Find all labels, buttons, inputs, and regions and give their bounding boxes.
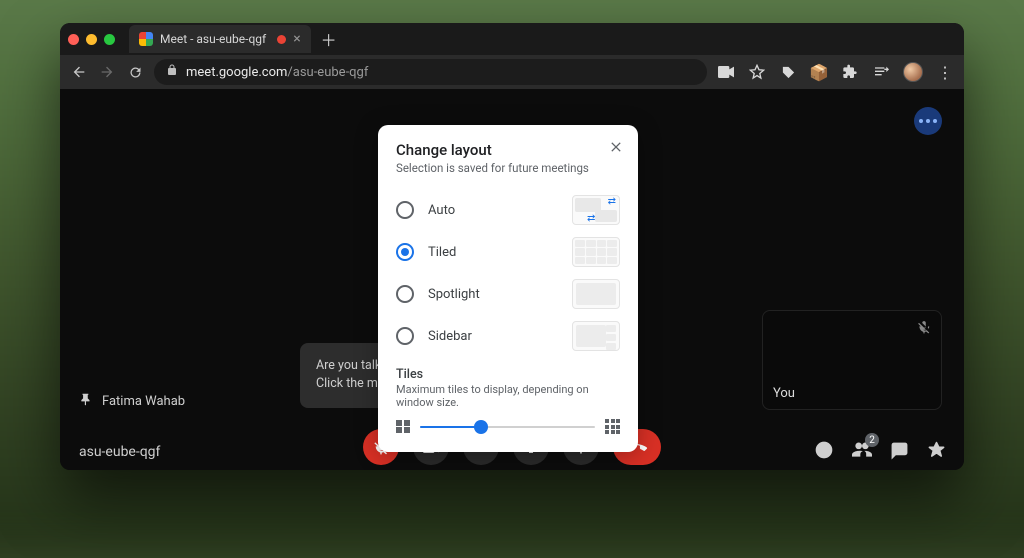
extension-box-icon[interactable]: 📦: [810, 63, 828, 81]
layout-thumb-auto: ⇄⇄: [572, 195, 620, 225]
omnibox[interactable]: meet.google.com/asu-eube-qgf: [154, 59, 707, 85]
window-traffic-lights[interactable]: [68, 34, 115, 45]
tab-strip: Meet - asu-eube-qgf × ＋: [60, 23, 964, 55]
meet-favicon-icon: [139, 32, 153, 46]
dialog-subtitle: Selection is saved for future meetings: [396, 161, 620, 175]
self-video-tile[interactable]: You: [762, 310, 942, 410]
pin-icon: [79, 392, 93, 410]
nav-reload-button[interactable]: [126, 63, 144, 81]
extensions-puzzle-icon[interactable]: [841, 63, 859, 81]
layout-option-tiled[interactable]: Tiled: [396, 231, 620, 273]
window-close-icon[interactable]: [68, 34, 79, 45]
tiles-description: Maximum tiles to display, depending on w…: [396, 383, 620, 409]
chat-button[interactable]: [890, 441, 909, 464]
browser-window: Meet - asu-eube-qgf × ＋ meet.google.com/…: [60, 23, 964, 470]
tab-recording-icon: [277, 35, 286, 44]
browser-tab[interactable]: Meet - asu-eube-qgf ×: [129, 25, 311, 53]
radio-icon: [396, 201, 414, 219]
pinned-name: Fatima Wahab: [102, 394, 185, 409]
layout-option-spotlight[interactable]: Spotlight: [396, 273, 620, 315]
layout-option-auto[interactable]: Auto ⇄⇄: [396, 189, 620, 231]
meeting-more-actions-button[interactable]: [914, 107, 942, 135]
address-bar: meet.google.com/asu-eube-qgf 📦 ⋮: [60, 55, 964, 89]
nav-back-button[interactable]: [70, 63, 88, 81]
meeting-details-button[interactable]: [814, 440, 834, 464]
bookmark-star-icon[interactable]: [748, 63, 766, 81]
activities-button[interactable]: [927, 441, 946, 464]
profile-avatar[interactable]: [903, 62, 923, 82]
meet-stage: Fatima Wahab You Are you talking Click t…: [60, 89, 964, 470]
pinned-participant: Fatima Wahab: [79, 392, 185, 410]
radio-icon: [396, 243, 414, 261]
change-layout-dialog: Change layout Selection is saved for fut…: [378, 125, 638, 452]
dialog-title: Change layout: [396, 141, 620, 159]
tiles-max-icon: [605, 419, 620, 434]
tiles-min-icon: [396, 420, 410, 434]
new-tab-button[interactable]: ＋: [321, 27, 337, 51]
nav-forward-button[interactable]: [98, 63, 116, 81]
tab-title: Meet - asu-eube-qgf: [160, 32, 266, 46]
extension-tag-icon[interactable]: [779, 63, 797, 81]
window-zoom-icon[interactable]: [104, 34, 115, 45]
url-text: meet.google.com/asu-eube-qgf: [186, 65, 368, 80]
layout-thumb-tiled: [572, 237, 620, 267]
mic-muted-icon: [917, 319, 931, 338]
right-control-bar: 2: [814, 440, 946, 464]
chrome-menu-icon[interactable]: ⋮: [936, 63, 954, 81]
radio-icon: [396, 285, 414, 303]
layout-thumb-sidebar: [572, 321, 620, 351]
radio-icon: [396, 327, 414, 345]
layout-option-sidebar[interactable]: Sidebar: [396, 315, 620, 357]
reading-list-icon[interactable]: [872, 63, 890, 81]
tiles-heading: Tiles: [396, 367, 620, 382]
camera-indicator-icon[interactable]: [717, 63, 735, 81]
layout-thumb-spotlight: [572, 279, 620, 309]
people-button[interactable]: 2: [852, 440, 872, 464]
dialog-close-button[interactable]: [608, 139, 624, 159]
window-minimize-icon[interactable]: [86, 34, 97, 45]
lock-icon: [166, 64, 178, 80]
participant-count-badge: 2: [865, 433, 879, 447]
tab-close-icon[interactable]: ×: [293, 32, 300, 46]
tiles-slider[interactable]: [420, 420, 596, 434]
self-label: You: [773, 386, 795, 401]
